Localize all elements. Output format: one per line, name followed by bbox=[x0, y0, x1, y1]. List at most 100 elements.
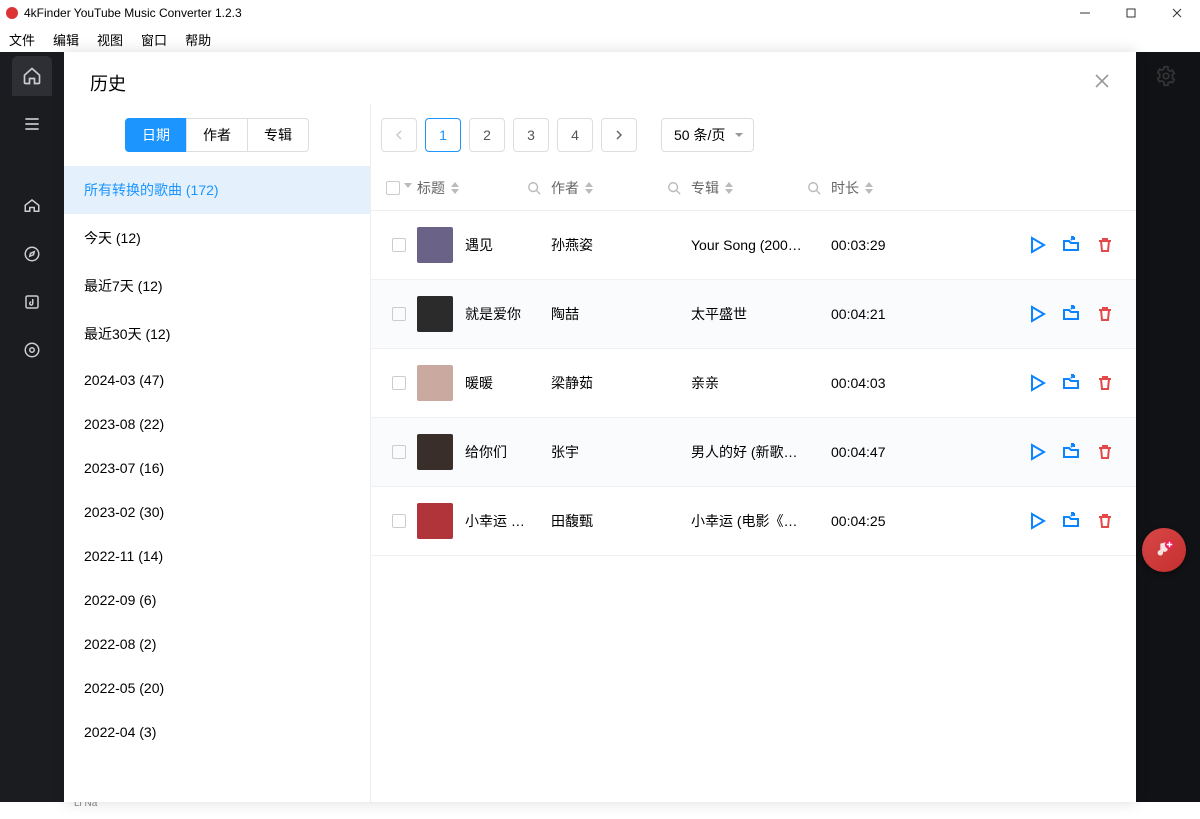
left-nav-rail bbox=[0, 52, 64, 802]
menu-help[interactable]: 帮助 bbox=[176, 30, 220, 49]
filter-tab-album[interactable]: 专辑 bbox=[247, 118, 309, 152]
column-album-label[interactable]: 专辑 bbox=[691, 178, 719, 198]
nav-music-icon[interactable] bbox=[12, 282, 52, 322]
history-results-panel: 1 2 3 4 50 条/页 标题 作者 bbox=[370, 104, 1136, 802]
maximize-button[interactable] bbox=[1108, 0, 1154, 26]
search-icon[interactable] bbox=[667, 181, 681, 195]
nav-record-icon[interactable] bbox=[12, 330, 52, 370]
play-icon[interactable] bbox=[1028, 443, 1046, 461]
column-artist-label[interactable]: 作者 bbox=[551, 178, 579, 198]
nav-menu-toggle[interactable] bbox=[12, 104, 52, 144]
table-row[interactable]: 暖暖梁静茹亲亲00:04:03 bbox=[371, 349, 1136, 418]
cell-artist: 陶喆 bbox=[551, 304, 691, 324]
date-group-item[interactable]: 今天 (12) bbox=[64, 214, 370, 262]
cell-artist: 田馥甄 bbox=[551, 511, 691, 531]
row-checkbox[interactable] bbox=[392, 238, 406, 252]
modal-close-button[interactable] bbox=[1094, 73, 1110, 94]
row-checkbox[interactable] bbox=[392, 445, 406, 459]
column-duration-label[interactable]: 时长 bbox=[831, 178, 859, 198]
menu-window[interactable]: 窗口 bbox=[132, 30, 176, 49]
open-folder-icon[interactable] bbox=[1062, 236, 1080, 254]
open-folder-icon[interactable] bbox=[1062, 512, 1080, 530]
date-group-item[interactable]: 2022-11 (14) bbox=[64, 534, 370, 578]
delete-icon[interactable] bbox=[1096, 374, 1114, 392]
cell-duration: 00:04:25 bbox=[831, 513, 971, 529]
date-group-item[interactable]: 2022-05 (20) bbox=[64, 666, 370, 710]
nav-home[interactable] bbox=[12, 56, 52, 96]
table-row[interactable]: 就是爱你陶喆太平盛世00:04:21 bbox=[371, 280, 1136, 349]
date-group-item[interactable]: 2023-08 (22) bbox=[64, 402, 370, 446]
app-icon bbox=[6, 7, 18, 19]
filter-tab-artist[interactable]: 作者 bbox=[186, 118, 248, 152]
sort-icon[interactable] bbox=[865, 182, 873, 194]
page-number-button[interactable]: 4 bbox=[557, 118, 593, 152]
page-number-button[interactable]: 2 bbox=[469, 118, 505, 152]
menu-edit[interactable]: 编辑 bbox=[44, 30, 88, 49]
filter-tab-date[interactable]: 日期 bbox=[125, 118, 187, 152]
title-bar: 4kFinder YouTube Music Converter 1.2.3 bbox=[0, 0, 1200, 26]
play-icon[interactable] bbox=[1028, 305, 1046, 323]
close-button[interactable] bbox=[1154, 0, 1200, 26]
sort-icon[interactable] bbox=[585, 182, 593, 194]
date-group-list[interactable]: 所有转换的歌曲 (172) 今天 (12) 最近7天 (12) 最近30天 (1… bbox=[64, 166, 370, 802]
page-number-button[interactable]: 3 bbox=[513, 118, 549, 152]
menu-view[interactable]: 视图 bbox=[88, 30, 132, 49]
date-group-item[interactable]: 2022-04 (3) bbox=[64, 710, 370, 754]
album-thumb bbox=[417, 434, 453, 470]
table-header: 标题 作者 专辑 时长 bbox=[371, 166, 1136, 211]
filter-mode-tabs: 日期 作者 专辑 bbox=[64, 118, 370, 152]
delete-icon[interactable] bbox=[1096, 236, 1114, 254]
date-group-item[interactable]: 最近7天 (12) bbox=[64, 262, 370, 310]
row-checkbox[interactable] bbox=[392, 376, 406, 390]
date-group-item[interactable]: 2023-07 (16) bbox=[64, 446, 370, 490]
minimize-button[interactable] bbox=[1062, 0, 1108, 26]
cell-artist: 张宇 bbox=[551, 442, 691, 462]
date-group-item[interactable]: 所有转换的歌曲 (172) bbox=[64, 166, 370, 214]
delete-icon[interactable] bbox=[1096, 512, 1114, 530]
search-icon[interactable] bbox=[527, 181, 541, 195]
album-thumb bbox=[417, 503, 453, 539]
play-icon[interactable] bbox=[1028, 236, 1046, 254]
play-icon[interactable] bbox=[1028, 512, 1046, 530]
open-folder-icon[interactable] bbox=[1062, 374, 1080, 392]
add-music-fab[interactable] bbox=[1142, 528, 1186, 572]
search-icon[interactable] bbox=[807, 181, 821, 195]
date-group-item[interactable]: 2023-02 (30) bbox=[64, 490, 370, 534]
cell-album: 小幸运 (电影《… bbox=[691, 511, 831, 531]
table-row[interactable]: 遇见孙燕姿Your Song (200…00:03:29 bbox=[371, 211, 1136, 280]
page-prev-button[interactable] bbox=[381, 118, 417, 152]
date-group-item[interactable]: 最近30天 (12) bbox=[64, 310, 370, 358]
page-size-select[interactable]: 50 条/页 bbox=[661, 118, 754, 152]
table-row[interactable]: 给你们张宇男人的好 (新歌…00:04:47 bbox=[371, 418, 1136, 487]
menu-file[interactable]: 文件 bbox=[0, 30, 44, 49]
open-folder-icon[interactable] bbox=[1062, 443, 1080, 461]
results-table-body[interactable]: 遇见孙燕姿Your Song (200…00:03:29就是爱你陶喆太平盛世00… bbox=[371, 211, 1136, 802]
row-checkbox[interactable] bbox=[392, 307, 406, 321]
cell-artist: 孙燕姿 bbox=[551, 235, 691, 255]
page-next-button[interactable] bbox=[601, 118, 637, 152]
date-group-item[interactable]: 2022-09 (6) bbox=[64, 578, 370, 622]
date-group-item[interactable]: 2024-03 (47) bbox=[64, 358, 370, 402]
settings-button[interactable] bbox=[1150, 60, 1182, 92]
window-title: 4kFinder YouTube Music Converter 1.2.3 bbox=[24, 6, 242, 20]
date-group-item[interactable]: 2022-08 (2) bbox=[64, 622, 370, 666]
select-all-checkbox[interactable] bbox=[386, 181, 400, 195]
cell-album: Your Song (200… bbox=[691, 237, 831, 253]
delete-icon[interactable] bbox=[1096, 305, 1114, 323]
nav-explore-icon[interactable] bbox=[12, 234, 52, 274]
row-checkbox[interactable] bbox=[392, 514, 406, 528]
cell-duration: 00:04:47 bbox=[831, 444, 971, 460]
open-folder-icon[interactable] bbox=[1062, 305, 1080, 323]
table-row[interactable]: 小幸运 …田馥甄小幸运 (电影《…00:04:25 bbox=[371, 487, 1136, 556]
cell-artist: 梁静茹 bbox=[551, 373, 691, 393]
sort-icon[interactable] bbox=[725, 182, 733, 194]
sort-icon[interactable] bbox=[451, 182, 459, 194]
delete-icon[interactable] bbox=[1096, 443, 1114, 461]
play-icon[interactable] bbox=[1028, 374, 1046, 392]
column-title-label[interactable]: 标题 bbox=[417, 178, 445, 198]
cell-title: 遇见 bbox=[465, 235, 551, 255]
page-number-button[interactable]: 1 bbox=[425, 118, 461, 152]
album-thumb bbox=[417, 296, 453, 332]
pagination-bar: 1 2 3 4 50 条/页 bbox=[371, 104, 1136, 166]
nav-home-icon[interactable] bbox=[12, 186, 52, 226]
